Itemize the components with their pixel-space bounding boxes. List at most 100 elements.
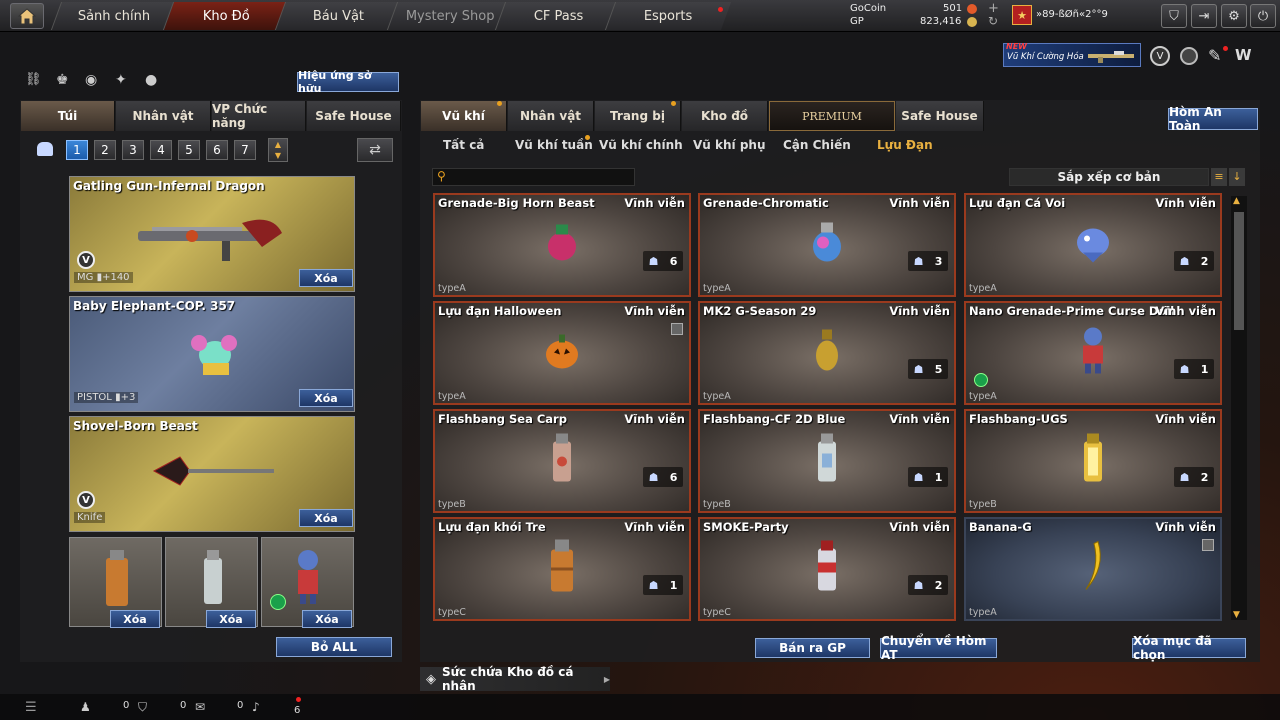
inventory-item-card[interactable]: Nano Grenade-Prime Curse Doll Vĩnh viễn ty… xyxy=(964,301,1222,405)
refresh-icon[interactable]: ↻ xyxy=(988,14,998,28)
v-badge-icon[interactable]: V xyxy=(1150,46,1170,66)
power-button[interactable]: ⏻ xyxy=(1250,4,1276,28)
inventory-item-card[interactable]: Grenade-Chromatic Vĩnh viễn typeA ☗ 3 xyxy=(698,193,956,297)
left-tab-character[interactable]: Nhân vật xyxy=(116,101,211,131)
right-tab-equipment[interactable]: Trang bị xyxy=(595,101,681,131)
shield-button[interactable]: ⛉ xyxy=(1161,4,1187,28)
subtab-weekly-weapons[interactable]: Vũ khí tuần xyxy=(515,138,593,152)
subtab-grenades[interactable]: Lựu Đạn xyxy=(877,138,933,152)
inventory-item-card[interactable]: Grenade-Big Horn Beast Vĩnh viễn typeA ☗ 6 xyxy=(433,193,691,297)
nav-tab-treasure[interactable]: Báu Vật xyxy=(274,2,402,30)
bag-grenade-slot[interactable]: Xóa xyxy=(261,537,354,628)
bag-item-card[interactable]: Baby Elephant-COP. 357 PISTOL ▮+3 Xóa xyxy=(69,296,355,412)
egg-effect-icon[interactable]: ● xyxy=(145,72,157,88)
page-5[interactable]: 5 xyxy=(178,140,200,160)
bag-item-card[interactable]: Gatling Gun-Infernal Dragon V MG ▮+140 X… xyxy=(69,176,355,292)
nav-tab-inventory[interactable]: Kho Đồ xyxy=(162,2,290,30)
page-6[interactable]: 6 xyxy=(206,140,228,160)
right-tab-premium[interactable]: PREMIUM xyxy=(769,101,895,131)
speaker-icon[interactable]: ♪ xyxy=(252,700,260,714)
eye-effect-icon[interactable]: ◉ xyxy=(85,72,97,88)
inventory-item-card[interactable]: Flashbang-UGS Vĩnh viễn typeB ☗ 2 xyxy=(964,409,1222,513)
delete-selected-button[interactable]: Xóa mục đã chọn xyxy=(1132,634,1246,662)
safe-box-button[interactable]: Hòm An Toàn xyxy=(1168,105,1258,133)
inventory-item-card[interactable]: Lựu đạn Halloween Vĩnh viễn typeA xyxy=(433,301,691,405)
item-name: Flashbang-UGS xyxy=(969,412,1068,426)
friends-icon[interactable]: ♟ xyxy=(80,700,91,714)
right-tab-storage[interactable]: Kho đồ xyxy=(682,101,768,131)
list-icon[interactable]: ≡ xyxy=(1211,168,1227,186)
flashbang-icon xyxy=(204,550,222,604)
item-name: Grenade-Chromatic xyxy=(703,196,829,210)
inventory-item-card[interactable]: Lựu đạn Cá Voi Vĩnh viễn typeA ☗ 2 xyxy=(964,193,1222,297)
left-tab-safe-house[interactable]: Safe House xyxy=(307,101,401,131)
ownership-effect-button[interactable]: Hiệu ứng sở hữu xyxy=(297,69,399,95)
scroll-down-icon[interactable]: ▼ xyxy=(1233,610,1240,620)
subtab-secondary[interactable]: Vũ khí phụ xyxy=(693,138,766,152)
subtab-melee[interactable]: Cận Chiến xyxy=(783,138,851,152)
delete-button[interactable]: Xóa xyxy=(110,610,160,628)
nav-tab-lobby[interactable]: Sảnh chính xyxy=(50,2,178,30)
bag-grenade-slot[interactable]: Xóa xyxy=(69,537,162,628)
settings-button[interactable]: ⚙ xyxy=(1221,4,1247,28)
inventory-item-card[interactable]: Banana-G Vĩnh viễn typeA xyxy=(964,517,1222,621)
nav-tab-mystery-shop[interactable]: Mystery Shop xyxy=(386,2,514,30)
right-tab-weapons[interactable]: Vũ khí xyxy=(421,101,507,131)
right-tab-character[interactable]: Nhân vật xyxy=(508,101,594,131)
search-input[interactable]: ⚲ xyxy=(432,168,635,186)
wrench-icon[interactable]: ✎ xyxy=(1208,46,1221,65)
rifle-icon xyxy=(1088,51,1134,63)
page-4[interactable]: 4 xyxy=(150,140,172,160)
menu-icon[interactable]: ☰ xyxy=(25,700,37,715)
subtab-primary[interactable]: Vũ khí chính xyxy=(599,138,683,152)
doll-grenade-icon xyxy=(1075,325,1111,378)
capacity-bar[interactable]: ◈ Sức chứa Kho đồ cá nhân ▶ xyxy=(420,665,610,693)
nav-tab-esports[interactable]: Esports xyxy=(604,2,732,30)
exit-button[interactable]: ⇥ xyxy=(1191,4,1217,28)
item-type: typeA xyxy=(969,283,997,294)
delete-button[interactable]: Xóa xyxy=(206,610,256,628)
bag-icon: ☗ xyxy=(913,470,924,484)
subtab-all[interactable]: Tất cả xyxy=(443,138,484,152)
remove-all-button[interactable]: Bỏ ALL xyxy=(276,637,392,657)
w-logo-icon[interactable]: W xyxy=(1235,46,1252,64)
inventory-item-card[interactable]: MK2 G-Season 29 Vĩnh viễn typeA ☗ 5 xyxy=(698,301,956,405)
sort-dropdown[interactable]: Sắp xếp cơ bản xyxy=(1009,168,1209,186)
delete-button[interactable]: Xóa xyxy=(302,610,352,628)
bag-item-card[interactable]: Shovel-Born Beast V Knife Xóa xyxy=(69,416,355,532)
scrollbar-thumb[interactable] xyxy=(1234,212,1244,330)
figure-effect-icon[interactable]: ✦ xyxy=(115,72,127,88)
clan-icon[interactable]: ⛉ xyxy=(138,700,147,715)
bag-grenade-slot[interactable]: Xóa xyxy=(165,537,258,628)
page-3[interactable]: 3 xyxy=(122,140,144,160)
inventory-item-card[interactable]: SMOKE-Party Vĩnh viễn typeC ☗ 2 xyxy=(698,517,956,621)
move-to-safe-button[interactable]: Chuyển về Hòm AT xyxy=(880,634,997,662)
scrollbar[interactable]: ▲ ▼ xyxy=(1231,196,1247,620)
page-1[interactable]: 1 xyxy=(66,140,88,160)
enhanced-weapon-banner[interactable]: NEW Vũ Khí Cường Hóa xyxy=(1003,42,1141,67)
nav-tab-cf-pass[interactable]: CF Pass xyxy=(494,2,622,30)
chat-icon[interactable]: ✉ xyxy=(195,700,205,714)
left-tab-bag[interactable]: Túi xyxy=(21,101,115,131)
inventory-item-card[interactable]: Flashbang-CF 2D Blue Vĩnh viễn typeB ☗ 1 xyxy=(698,409,956,513)
delete-button[interactable]: Xóa xyxy=(299,389,353,407)
inventory-item-card[interactable]: Lựu đạn khói Tre Vĩnh viễn typeC ☗ 1 xyxy=(433,517,691,621)
scroll-up-icon[interactable]: ▲ xyxy=(1233,196,1240,206)
delete-button[interactable]: Xóa xyxy=(299,509,353,527)
sell-gp-button[interactable]: Bán ra GP xyxy=(755,638,870,658)
home-button[interactable] xyxy=(10,3,44,29)
transfer-button[interactable]: ⇄ xyxy=(357,138,393,162)
page-2[interactable]: 2 xyxy=(94,140,116,160)
smoke-grenade-icon xyxy=(106,550,128,606)
delete-button[interactable]: Xóa xyxy=(299,269,353,287)
sort-arrow-icon[interactable]: ↓ xyxy=(1229,168,1245,186)
chat-count: 0 xyxy=(237,700,244,711)
effect-off-icon[interactable]: ⛓ xyxy=(25,72,45,92)
inventory-item-card[interactable]: Flashbang Sea Carp Vĩnh viễn typeB ☗ 6 xyxy=(433,409,691,513)
right-tab-safe-house[interactable]: Safe House xyxy=(896,101,984,131)
left-tab-function-items[interactable]: VP Chức năng xyxy=(212,101,306,131)
character-effect-icon[interactable]: ♚ xyxy=(56,72,69,88)
page-up-down-arrows[interactable]: ▲ ▼ xyxy=(268,138,288,162)
globe-icon[interactable] xyxy=(1180,47,1198,65)
page-7[interactable]: 7 xyxy=(234,140,256,160)
